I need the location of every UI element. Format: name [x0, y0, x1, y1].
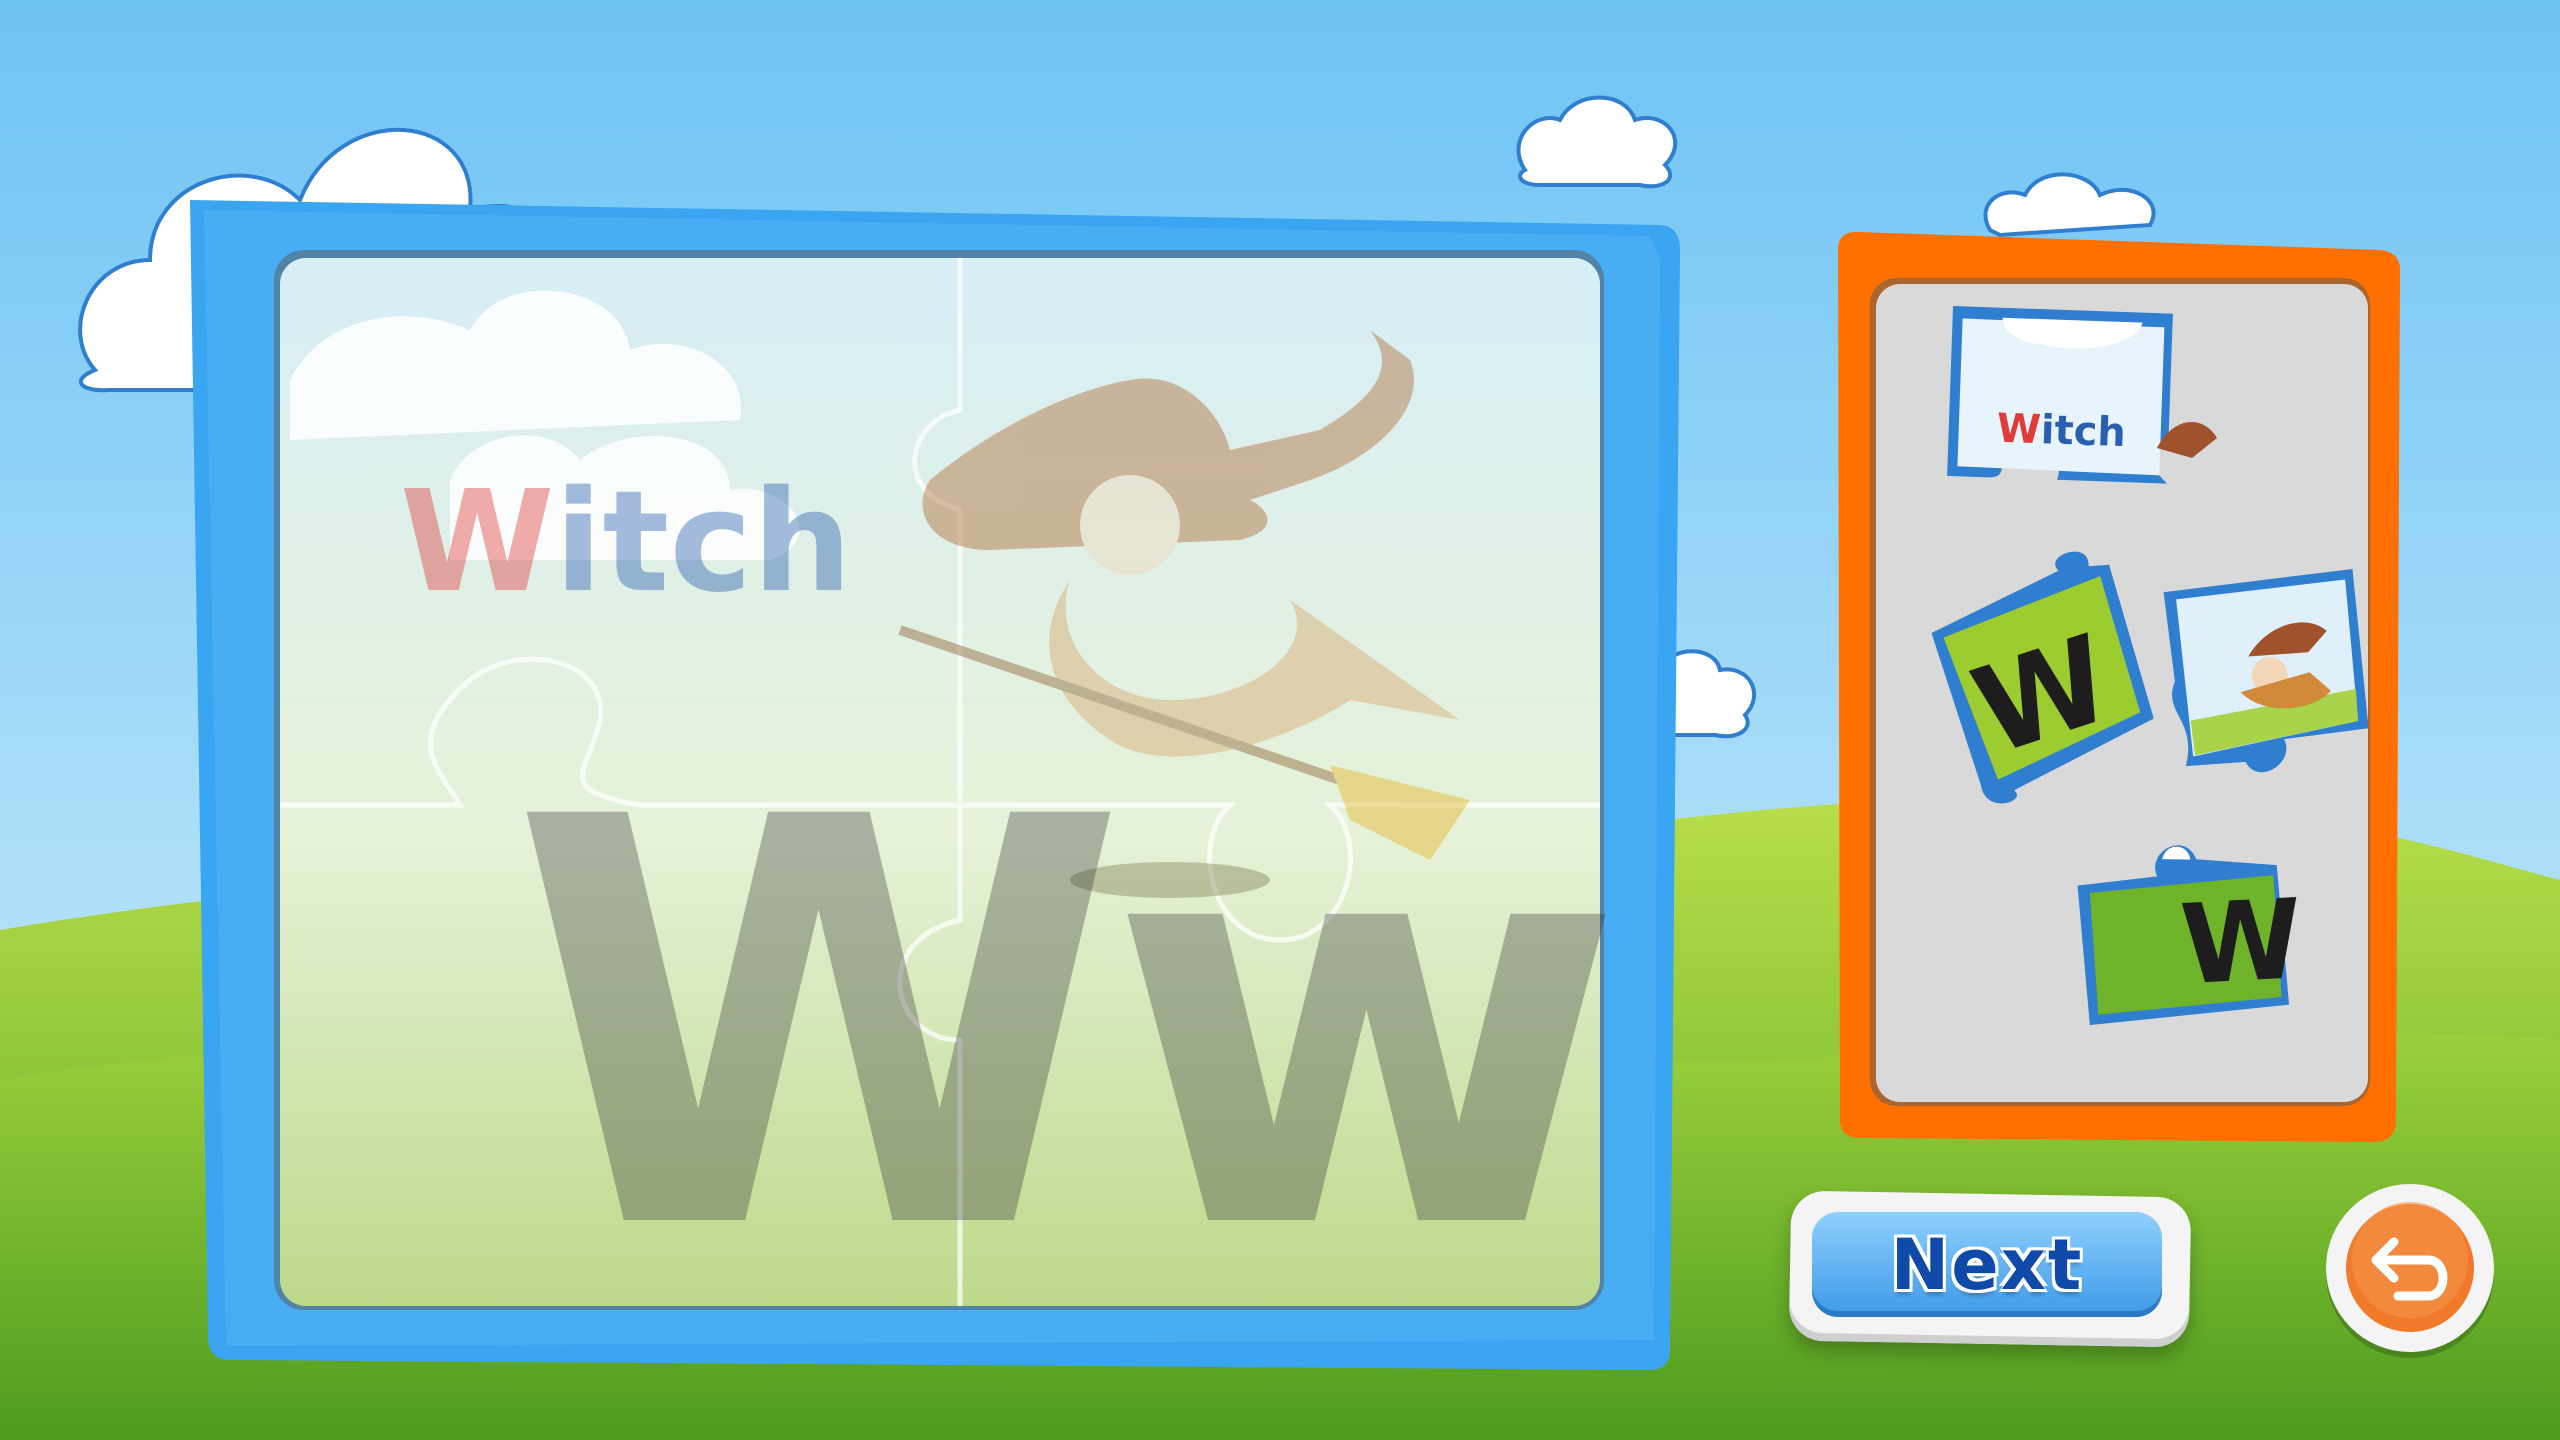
puzzle-board-graphic: Witch Ww [190, 200, 1680, 1370]
puzzle-board: Witch Ww [170, 180, 1690, 1380]
puzzle-piece-hat-tip[interactable] [2152, 408, 2222, 468]
back-button[interactable] [2320, 1180, 2500, 1360]
piece-bottom-letter: W [2177, 874, 2306, 1010]
piece-tray: Witch W W [1830, 230, 2410, 1150]
board-word: Witch [400, 461, 852, 624]
piece-word-text: Witch [1995, 405, 2127, 457]
next-button-label: Next [1890, 1223, 2084, 1306]
puzzle-piece-witch[interactable] [2152, 558, 2388, 803]
undo-arrow-icon [2326, 1184, 2494, 1358]
game-scene: Witch Ww Witch W W Next [0, 0, 2560, 1440]
puzzle-piece-letter-w-right[interactable]: W [2065, 824, 2305, 1036]
board-letters: Ww [510, 701, 1606, 1353]
next-button[interactable]: Next [1788, 1190, 2192, 1348]
